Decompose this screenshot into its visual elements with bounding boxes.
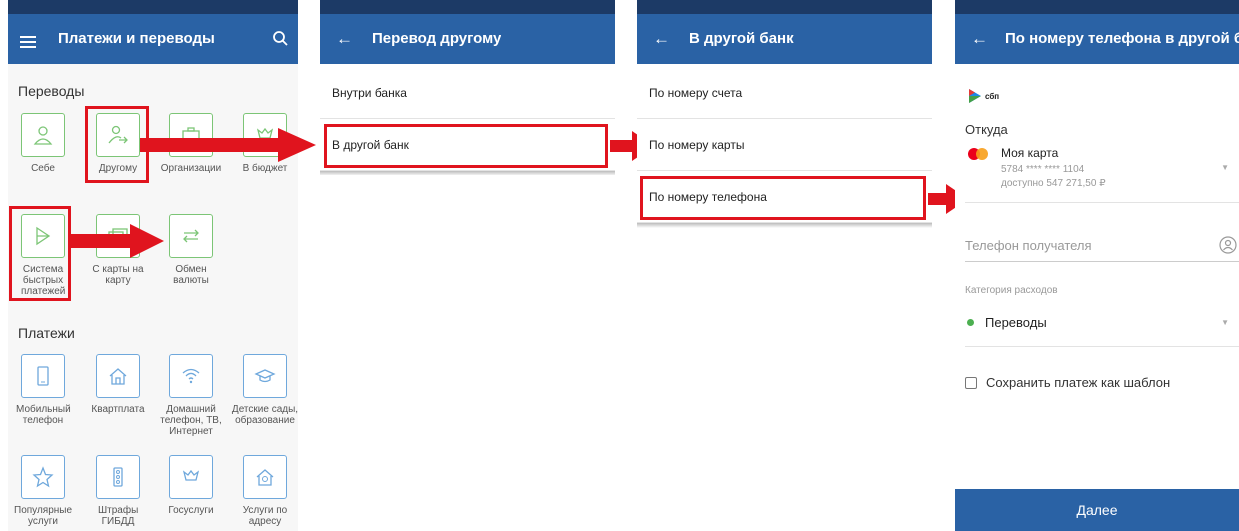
app-bar: ← По номеру телефона в другой ба... bbox=[955, 14, 1239, 64]
back-arrow-icon[interactable]: ← bbox=[336, 14, 353, 64]
status-bar bbox=[637, 0, 932, 14]
emblem-icon bbox=[169, 455, 213, 499]
card-select[interactable]: Моя карта 5784 **** **** 1104 доступно 5… bbox=[965, 143, 1239, 203]
page-title: Платежи и переводы bbox=[58, 30, 215, 47]
divider bbox=[637, 223, 932, 228]
tile-label: Популярные услуги bbox=[14, 505, 73, 527]
app-bar: ← Перевод другому bbox=[320, 14, 615, 64]
star-icon bbox=[21, 455, 65, 499]
save-template-checkbox[interactable]: Сохранить платеж как шаблон bbox=[965, 375, 1170, 390]
app-bar: Платежи и переводы bbox=[8, 14, 298, 64]
payments-heading: Платежи bbox=[18, 325, 75, 341]
person-icon bbox=[21, 113, 65, 157]
search-icon[interactable] bbox=[272, 30, 288, 46]
tile-mobile[interactable]: Мобильный телефон bbox=[8, 354, 78, 426]
menu-icon[interactable] bbox=[20, 33, 36, 51]
list-item-by-account[interactable]: По номеру счета bbox=[637, 67, 932, 119]
category-value: Переводы bbox=[985, 315, 1047, 330]
contacts-icon[interactable] bbox=[1219, 236, 1237, 254]
house-icon bbox=[96, 354, 140, 398]
next-button[interactable]: Далее bbox=[955, 489, 1239, 531]
list-item-inside-bank[interactable]: Внутри банка bbox=[320, 67, 615, 119]
phone-transfer-screen: ← По номеру телефона в другой ба... сбп … bbox=[955, 0, 1239, 531]
house-search-icon bbox=[243, 455, 287, 499]
dropdown-arrow-icon: ▼ bbox=[1221, 318, 1229, 327]
from-label: Откуда bbox=[965, 122, 1008, 137]
transfers-heading: Переводы bbox=[18, 83, 85, 99]
phone-input[interactable]: Телефон получателя bbox=[965, 228, 1239, 262]
list-item-by-card[interactable]: По номеру карты bbox=[637, 119, 932, 171]
other-bank-screen: ← В другой банк По номеру счета По номер… bbox=[637, 0, 932, 228]
category-select[interactable]: Переводы ▼ bbox=[965, 305, 1239, 347]
sbp-logo: сбп bbox=[967, 88, 999, 104]
back-arrow-icon[interactable]: ← bbox=[653, 14, 670, 64]
tile-education[interactable]: Детские сады, образование bbox=[230, 354, 298, 426]
tile-label: Услуги по адресу bbox=[242, 505, 288, 527]
status-bar bbox=[320, 0, 615, 14]
tile-label: Квартплата bbox=[91, 404, 145, 415]
tile-currency-exchange[interactable]: Обмен валюты bbox=[156, 214, 226, 286]
app-bar: ← В другой банк bbox=[637, 14, 932, 64]
tile-address-services[interactable]: Услуги по адресу bbox=[230, 455, 298, 527]
tile-gosuslugi[interactable]: Госуслуги bbox=[156, 455, 226, 516]
highlight-by-phone bbox=[640, 176, 926, 220]
dropdown-arrow-icon: ▼ bbox=[1221, 163, 1229, 172]
save-template-label: Сохранить платеж как шаблон bbox=[986, 375, 1171, 390]
exchange-icon bbox=[169, 214, 213, 258]
phone-placeholder: Телефон получателя bbox=[965, 238, 1092, 253]
traffic-light-icon bbox=[96, 455, 140, 499]
card-balance: доступно 547 271,50 ₽ bbox=[1001, 178, 1106, 189]
tile-label: Детские сады, образование bbox=[231, 404, 298, 426]
back-arrow-icon[interactable]: ← bbox=[971, 14, 988, 64]
page-title: В другой банк bbox=[689, 30, 794, 47]
checkbox-icon[interactable] bbox=[965, 376, 977, 389]
phone-icon bbox=[21, 354, 65, 398]
wifi-icon bbox=[169, 354, 213, 398]
tile-label: Организации bbox=[160, 163, 222, 174]
tile-label: Госуслуги bbox=[168, 505, 214, 516]
arrow-right-icon bbox=[140, 128, 316, 162]
tile-rent[interactable]: Квартплата bbox=[83, 354, 153, 415]
status-bar bbox=[955, 0, 1239, 14]
graduation-icon bbox=[243, 354, 287, 398]
tile-self[interactable]: Себе bbox=[8, 113, 78, 174]
divider bbox=[320, 171, 615, 175]
sbp-logo-icon bbox=[969, 89, 981, 103]
tile-label: Домашний телефон, ТВ, Интернет bbox=[160, 404, 222, 437]
card-name: Моя карта bbox=[1001, 146, 1059, 160]
tile-label: Мобильный телефон bbox=[16, 404, 71, 426]
tile-label: Штрафы ГИБДД bbox=[98, 505, 139, 527]
highlight-sbp bbox=[9, 206, 71, 301]
page-title: Перевод другому bbox=[372, 30, 502, 47]
tile-popular[interactable]: Популярные услуги bbox=[8, 455, 78, 527]
payments-screen: Платежи и переводы Переводы Себе Другому… bbox=[8, 0, 298, 531]
status-bar bbox=[8, 0, 298, 14]
category-label: Категория расходов bbox=[965, 285, 1058, 296]
sbp-logo-text: сбп bbox=[985, 91, 1000, 101]
tile-traffic-fines[interactable]: Штрафы ГИБДД bbox=[83, 455, 153, 527]
category-dot-icon bbox=[967, 319, 974, 326]
mastercard-icon bbox=[968, 148, 988, 160]
tile-home-internet[interactable]: Домашний телефон, ТВ, Интернет bbox=[156, 354, 226, 437]
arrow-right-icon bbox=[70, 224, 164, 258]
page-title: По номеру телефона в другой ба... bbox=[1005, 30, 1239, 47]
tile-label: С карты на карту bbox=[92, 264, 144, 286]
card-number: 5784 **** **** 1104 bbox=[1001, 164, 1085, 175]
transfer-other-screen: ← Перевод другому Внутри банка В другой … bbox=[320, 0, 615, 175]
tile-label: Обмен валюты bbox=[173, 264, 209, 286]
tile-label: Себе bbox=[31, 163, 55, 174]
tile-label: В бюджет bbox=[242, 163, 288, 174]
highlight-other-bank bbox=[324, 124, 608, 168]
